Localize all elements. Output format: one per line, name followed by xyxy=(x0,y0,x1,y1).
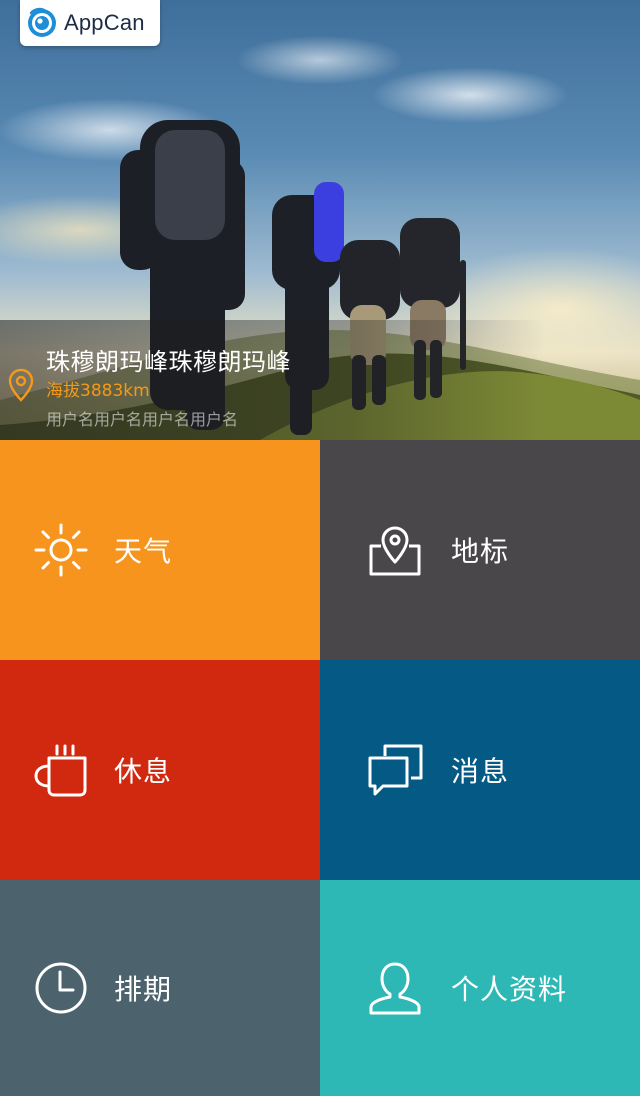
tile-schedule-label: 排期 xyxy=(114,973,173,1006)
tile-landmark[interactable]: 地标 xyxy=(320,440,640,660)
tile-rest[interactable]: 休息 xyxy=(0,660,320,880)
app-logo[interactable]: AppCan xyxy=(20,0,160,46)
location-pin-icon xyxy=(8,368,34,402)
appcan-logo-icon xyxy=(28,7,56,37)
user-icon xyxy=(369,962,421,1015)
logo-text: AppCan xyxy=(64,10,145,35)
tile-messages[interactable]: 消息 xyxy=(320,660,640,880)
coffee-cup-icon xyxy=(34,744,87,797)
username-text: 用户名用户名用户名用户名 xyxy=(46,410,239,429)
tile-rest-label: 休息 xyxy=(114,755,173,788)
map-pin-icon xyxy=(369,526,421,576)
tile-weather[interactable]: 天气 xyxy=(0,440,320,660)
tile-schedule[interactable]: 排期 xyxy=(0,880,320,1096)
tile-profile-label: 个人资料 xyxy=(451,973,568,1006)
hero-title: 珠穆朗玛峰珠穆朗玛峰 xyxy=(46,348,291,376)
clock-icon xyxy=(35,962,87,1014)
hero-caption: 珠穆朗玛峰珠穆朗玛峰 海拔3883km 用户名用户名用户名用户名 xyxy=(0,320,640,440)
tile-messages-label: 消息 xyxy=(451,755,510,788)
message-icon xyxy=(368,744,423,796)
tile-landmark-label: 地标 xyxy=(451,535,510,568)
altitude-text: 海拔3883km xyxy=(46,381,150,401)
hero-banner[interactable]: AppCan 珠穆朗玛峰珠穆朗玛峰 海拔3883km 用户名用户名用户名用户名 xyxy=(0,0,640,440)
sun-icon xyxy=(34,523,88,577)
menu-grid: 天气 地标 休息 消息 排期 个人资料 xyxy=(0,440,640,1096)
tile-profile[interactable]: 个人资料 xyxy=(320,880,640,1096)
tile-weather-label: 天气 xyxy=(114,535,173,568)
